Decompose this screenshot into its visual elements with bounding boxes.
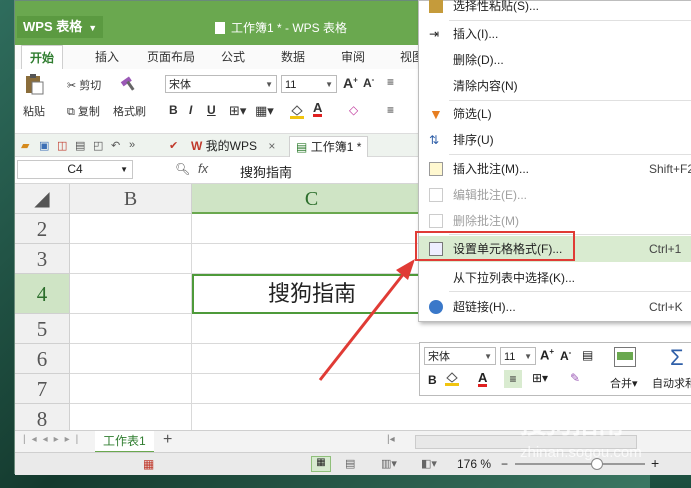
menu-item-hyperlink[interactable]: 超链接(H)... Ctrl+K bbox=[419, 294, 691, 320]
menu-label: 插入(I)... bbox=[453, 27, 499, 41]
autosum-button[interactable]: 自动求和 bbox=[652, 375, 691, 391]
menu-label: 清除内容(N) bbox=[453, 79, 518, 93]
mini-font-name-value: 宋体 bbox=[428, 351, 450, 363]
paste-special-icon bbox=[429, 0, 443, 13]
menu-shortcut: Ctrl+K bbox=[649, 300, 683, 314]
edit-comment-icon bbox=[429, 188, 443, 202]
mini-font-color-icon[interactable]: A bbox=[478, 371, 488, 387]
mini-font-name-select[interactable]: 宋体 ▼ bbox=[424, 347, 496, 365]
globe-link-icon bbox=[429, 300, 443, 314]
menu-item-delete[interactable]: 删除(D)... bbox=[419, 47, 691, 73]
filter-icon: ▼ bbox=[429, 106, 443, 122]
menu-item-insert[interactable]: ⇥ 插入(I)... bbox=[419, 21, 691, 47]
format-icon[interactable]: ▤ bbox=[582, 348, 593, 362]
watermark-url: zhinan.sogou.com bbox=[520, 444, 642, 461]
menu-item-insert-comment[interactable]: 插入批注(M)... Shift+F2 bbox=[419, 156, 691, 182]
highlight-callout-box bbox=[415, 231, 575, 261]
merge-icon[interactable] bbox=[614, 347, 636, 367]
menu-item-pick-from-list[interactable]: 从下拉列表中选择(K)... bbox=[419, 265, 691, 291]
menu-label: 从下拉列表中选择(K)... bbox=[453, 271, 575, 285]
delete-comment-icon bbox=[429, 214, 443, 228]
watermark-text: 搜狗指南 bbox=[520, 409, 625, 439]
menu-separator bbox=[449, 154, 691, 155]
menu-label: 排序(U) bbox=[453, 133, 494, 147]
merge-button[interactable]: 合并▾ bbox=[610, 375, 638, 391]
comment-icon bbox=[429, 162, 443, 176]
menu-item-clear-contents[interactable]: 清除内容(N) bbox=[419, 73, 691, 99]
menu-label: 超链接(H)... bbox=[453, 300, 516, 314]
menu-label: 编辑批注(E)... bbox=[453, 188, 527, 202]
mini-font-size-value: 11 bbox=[504, 351, 516, 363]
menu-shortcut: Shift+F2 bbox=[649, 162, 691, 176]
menu-item-edit-comment: 编辑批注(E)... bbox=[419, 182, 691, 208]
menu-label: 选择性粘贴(S)... bbox=[453, 0, 539, 13]
mini-font-size-select[interactable]: 11 ▼ bbox=[500, 347, 536, 365]
mini-border-icon[interactable]: ⊞▾ bbox=[532, 371, 548, 385]
merge-label: 合并 bbox=[610, 378, 632, 390]
insert-icon: ⇥ bbox=[429, 27, 440, 41]
menu-label: 筛选(L) bbox=[453, 107, 492, 121]
mini-align-center-icon[interactable]: ≡ bbox=[504, 370, 522, 388]
context-menu: 选择性粘贴(S)... ⇥ 插入(I)... 删除(D)... 清除内容(N) ▼… bbox=[418, 0, 691, 322]
decrease-font-icon[interactable]: A- bbox=[560, 348, 571, 363]
increase-font-icon[interactable]: A+ bbox=[540, 347, 554, 362]
mini-bold-button[interactable]: B bbox=[428, 373, 437, 387]
menu-item-sort[interactable]: ⇅ 排序(U) bbox=[419, 127, 691, 153]
menu-label: 插入批注(M)... bbox=[453, 162, 529, 176]
mini-toolbar: 宋体 ▼ 11 ▼ A+ A- ▤ B A ≡ ⊞▾ ✎ 合并▾ Σ 自动求和 bbox=[419, 342, 691, 396]
autosum-icon[interactable]: Σ bbox=[670, 345, 684, 371]
chevron-down-icon: ▼ bbox=[484, 352, 492, 361]
menu-shortcut: Ctrl+1 bbox=[649, 242, 682, 256]
menu-item-paste-special[interactable]: 选择性粘贴(S)... bbox=[419, 0, 691, 19]
chevron-down-icon: ▼ bbox=[524, 352, 532, 361]
mini-format-painter-icon[interactable]: ✎ bbox=[570, 371, 580, 385]
mini-fill-color-icon[interactable] bbox=[444, 371, 460, 387]
menu-separator bbox=[449, 291, 691, 292]
sort-icon: ⇅ bbox=[429, 133, 440, 147]
menu-item-filter[interactable]: ▼ 筛选(L) bbox=[419, 101, 691, 127]
menu-label: 删除(D)... bbox=[453, 53, 504, 67]
